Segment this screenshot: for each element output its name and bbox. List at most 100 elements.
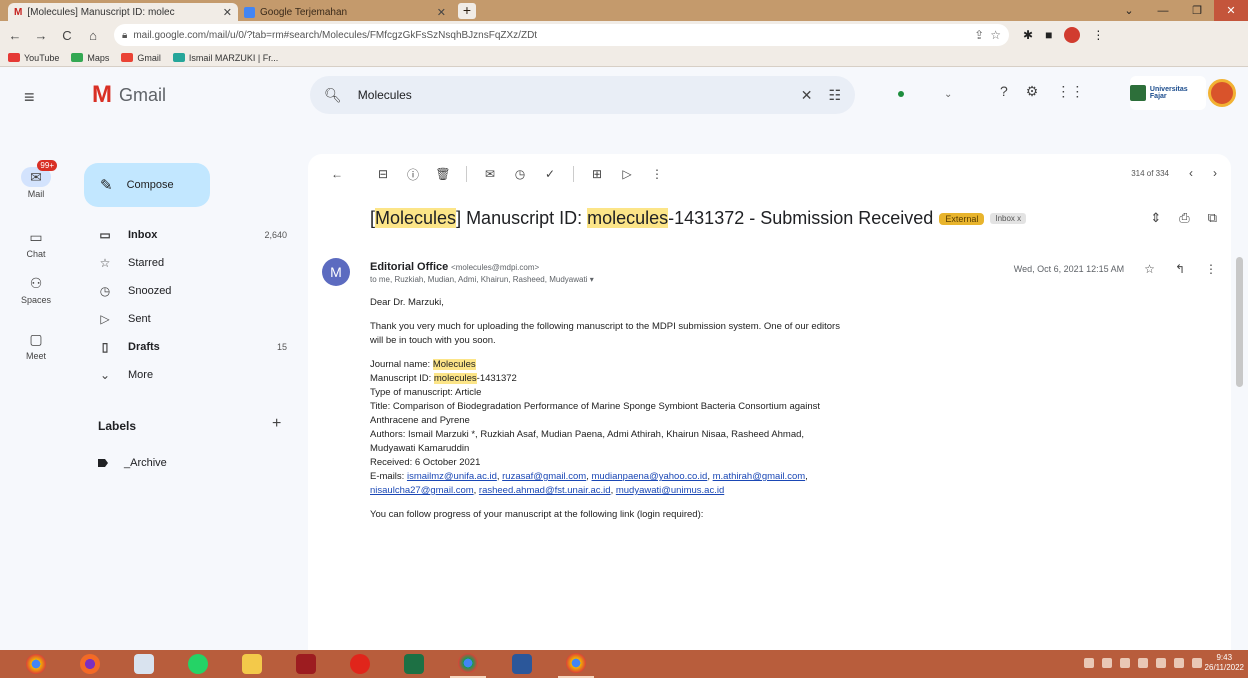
clear-search-icon[interactable]: ✕	[801, 87, 813, 104]
nav-item-snoozed[interactable]: ◷ Snoozed	[72, 279, 307, 303]
snooze-icon[interactable]: ◷	[505, 167, 535, 181]
sender-avatar[interactable]: M	[322, 258, 350, 286]
label-archive[interactable]: _Archive	[98, 457, 167, 469]
minimize-icon[interactable]: —	[1146, 0, 1180, 21]
email-link[interactable]: mudyawati@unimus.ac.id	[616, 485, 724, 496]
page-scrollbar[interactable]	[1236, 257, 1243, 387]
older-chevron-icon[interactable]: ›	[1213, 166, 1217, 180]
browser-tab-translate[interactable]: Google Terjemahan ✕	[238, 3, 452, 21]
taskbar-app-excel[interactable]	[396, 650, 432, 678]
more-vert-icon[interactable]: ⋮	[1205, 262, 1217, 276]
nav-item-drafts[interactable]: ▯ Drafts 15	[72, 335, 307, 359]
rail-chat[interactable]: ▭ Chat	[0, 227, 72, 260]
bookmark-profile[interactable]: Ismail MARZUKI | Fr...	[172, 53, 278, 63]
account-avatar[interactable]	[1208, 79, 1236, 107]
email-link[interactable]: m.athirah@gmail.com	[713, 471, 806, 482]
share-icon[interactable]: ⇪	[974, 28, 984, 42]
reply-icon[interactable]: ↰	[1175, 262, 1185, 276]
browser-tab-gmail[interactable]: M [Molecules] Manuscript ID: molec ✕	[8, 3, 238, 21]
nav-item-sent[interactable]: ▷ Sent	[72, 307, 307, 331]
search-bar[interactable]: 🔍︎ Molecules ✕ ☷	[310, 76, 855, 114]
gmail-logo[interactable]: M Gmail	[92, 81, 166, 109]
main-menu-icon[interactable]: ≡	[24, 87, 35, 108]
taskbar-app-chrome-2[interactable]	[558, 650, 594, 678]
taskbar-app-search[interactable]	[126, 650, 162, 678]
organization-logo[interactable]: Universitas Fajar	[1130, 76, 1206, 110]
rail-mail[interactable]: ✉ 99+ Mail	[0, 160, 72, 199]
menu-icon[interactable]: ⋮	[1092, 28, 1104, 42]
taskbar-app-opera[interactable]	[342, 650, 378, 678]
search-input[interactable]: Molecules	[358, 88, 785, 102]
print-icon[interactable]: ⎙	[1179, 210, 1189, 226]
taskbar-app-chrome[interactable]	[450, 650, 486, 678]
network-icon[interactable]	[1156, 658, 1166, 668]
email-link[interactable]: rasheed.ahmad@fst.unair.ac.id	[479, 485, 611, 496]
volume-icon[interactable]	[1174, 658, 1184, 668]
mark-unread-icon[interactable]: ✉	[475, 167, 505, 181]
address-bar[interactable]: 🔒︎ mail.google.com/mail/u/0/?tab=rm#sear…	[114, 24, 1009, 46]
tray-app-icon[interactable]	[1120, 658, 1130, 668]
sender-name[interactable]: Editorial Office	[370, 261, 448, 273]
report-spam-icon[interactable]: ⓘ	[398, 166, 428, 183]
status-selector[interactable]: ⌄	[880, 84, 960, 104]
more-options-icon[interactable]: ⋮	[642, 167, 672, 181]
extension-icon[interactable]: ✱	[1023, 28, 1033, 42]
archive-icon[interactable]: ⊟	[368, 167, 398, 181]
bookmark-youtube[interactable]: YouTube	[8, 53, 59, 63]
back-icon[interactable]: ←	[4, 24, 26, 46]
move-to-icon[interactable]: ⊞	[582, 167, 612, 181]
rail-spaces[interactable]: ⚇ Spaces	[0, 273, 72, 306]
newer-chevron-icon[interactable]: ‹	[1189, 166, 1193, 180]
bookmark-gmail[interactable]: Gmail	[121, 53, 161, 63]
label-icon[interactable]: ▷	[612, 167, 642, 181]
maximize-icon[interactable]: ❐	[1180, 0, 1214, 21]
back-to-list-icon[interactable]: ←	[322, 167, 352, 181]
search-options-icon[interactable]: ☷	[828, 87, 841, 104]
taskbar-app-explorer[interactable]	[234, 650, 270, 678]
add-label-icon[interactable]: +	[272, 415, 281, 433]
help-icon[interactable]: ?	[1000, 83, 1008, 100]
search-icon[interactable]: 🔍︎	[324, 87, 342, 104]
compose-button[interactable]: ✎ Compose	[84, 163, 210, 207]
taskbar-app-word[interactable]	[504, 650, 540, 678]
label-tag-icon	[98, 459, 108, 467]
apps-grid-icon[interactable]: ⋮⋮	[1056, 83, 1084, 100]
tray-app-icon[interactable]	[1138, 658, 1148, 668]
new-tab-button[interactable]: +	[458, 3, 476, 19]
close-tab-icon[interactable]: ✕	[437, 6, 446, 19]
tray-app-icon[interactable]	[1084, 658, 1094, 668]
settings-gear-icon[interactable]: ⚙	[1026, 83, 1039, 100]
delete-icon[interactable]: 🗑︎	[428, 167, 458, 181]
battery-icon[interactable]	[1192, 658, 1202, 668]
close-tab-icon[interactable]: ✕	[223, 6, 232, 19]
close-window-icon[interactable]: ✕	[1214, 0, 1248, 21]
add-task-icon[interactable]: ✓	[535, 167, 565, 181]
sidepanel-icon[interactable]: ■	[1045, 28, 1052, 42]
taskbar-app-mendeley[interactable]	[288, 650, 324, 678]
bookmark-star-icon[interactable]: ☆	[990, 28, 1001, 42]
bookmark-maps[interactable]: Maps	[71, 53, 109, 63]
forward-icon[interactable]: →	[30, 24, 52, 46]
nav-item-inbox[interactable]: ▭ Inbox 2,640	[72, 223, 307, 247]
inbox-label-chip[interactable]: Inbox x	[990, 213, 1027, 224]
open-new-window-icon[interactable]: ⧉	[1208, 210, 1217, 226]
star-icon[interactable]: ☆	[1144, 262, 1155, 276]
nav-item-starred[interactable]: ☆ Starred	[72, 251, 307, 275]
reload-icon[interactable]: C	[56, 24, 78, 46]
recipients-line[interactable]: to me, Ruzkiah, Mudian, Admi, Khairun, R…	[370, 275, 594, 284]
tray-app-icon[interactable]	[1102, 658, 1112, 668]
tab-search-icon[interactable]: ⌄	[1112, 0, 1146, 21]
nav-item-more[interactable]: ⌄ More	[72, 363, 307, 387]
email-link[interactable]: ruzasaf@gmail.com	[502, 471, 586, 482]
email-link[interactable]: nisaulcha27@gmail.com	[370, 485, 474, 496]
expand-collapse-icon[interactable]: ⇕	[1150, 210, 1161, 226]
rail-meet[interactable]: ▢ Meet	[0, 329, 72, 362]
profile-icon[interactable]	[1064, 27, 1081, 43]
home-icon[interactable]: ⌂	[82, 24, 104, 46]
taskbar-app-whatsapp[interactable]	[180, 650, 216, 678]
taskbar-app-chrome-old[interactable]	[18, 650, 54, 678]
email-link[interactable]: mudianpaena@yahoo.co.id	[592, 471, 708, 482]
system-clock[interactable]: 9:43 26/11/2022	[1205, 653, 1244, 673]
taskbar-app-firefox[interactable]	[72, 650, 108, 678]
email-link[interactable]: ismailmz@unifa.ac.id	[407, 471, 497, 482]
